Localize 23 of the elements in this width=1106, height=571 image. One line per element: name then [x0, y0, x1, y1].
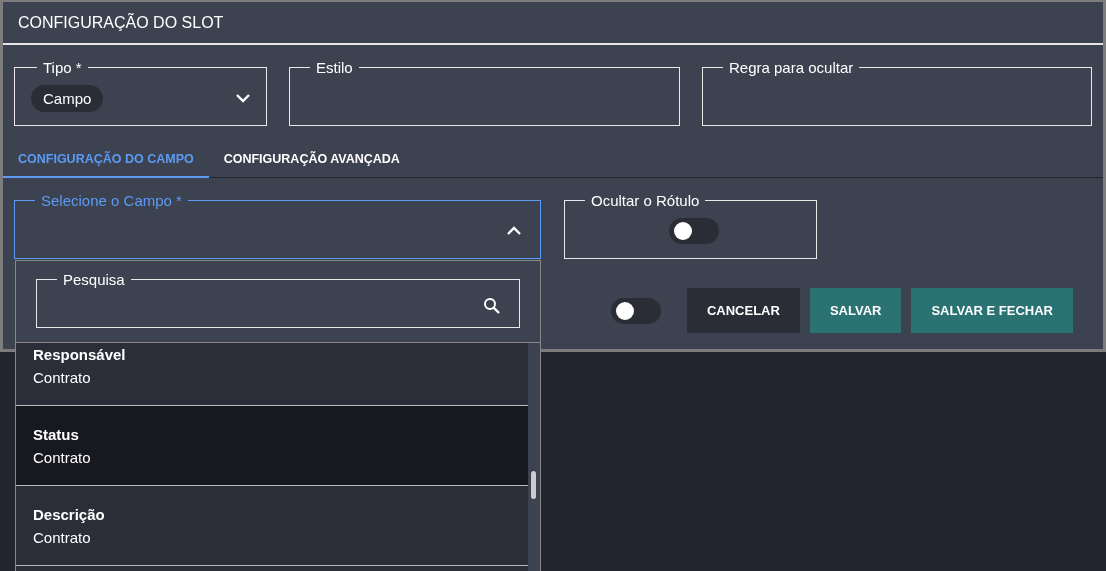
- input-field[interactable]: Estilo: [289, 59, 680, 126]
- input-field[interactable]: Regra para ocultar: [702, 59, 1092, 126]
- cancel-button[interactable]: CANCELAR: [686, 288, 800, 333]
- save-button[interactable]: SALVAR E FECHAR: [911, 288, 1073, 333]
- option-item[interactable]: Status Contrato: [16, 406, 528, 486]
- toggle-switch[interactable]: [668, 218, 719, 244]
- dialog-title: CONFIGURAÇÃO DO SLOT: [3, 2, 1103, 45]
- option-subtitle: Contrato: [33, 528, 92, 546]
- tab[interactable]: CONFIGURAÇÃO AVANÇADA: [208, 143, 415, 178]
- option-subtitle: Contrato: [33, 368, 92, 386]
- toggle-group: Ocultar o Rótulo: [564, 192, 817, 259]
- input-field[interactable]: Tipo * Campo: [14, 59, 267, 126]
- search-field[interactable]: Pesquisa: [36, 271, 520, 328]
- chip: Campo: [31, 84, 104, 112]
- option-title: Status: [33, 425, 80, 443]
- select-field[interactable]: Selecione o Campo *: [14, 192, 541, 259]
- option-subtitle: Contrato: [33, 448, 92, 466]
- option-title: Responsável: [33, 345, 127, 363]
- option-title: Descrição: [33, 505, 106, 523]
- toggle-switch[interactable]: [610, 297, 661, 324]
- search-icon: [483, 297, 501, 315]
- save-button[interactable]: SALVAR: [809, 288, 902, 333]
- tab[interactable]: CONFIGURAÇÃO DO CAMPO: [3, 143, 209, 178]
